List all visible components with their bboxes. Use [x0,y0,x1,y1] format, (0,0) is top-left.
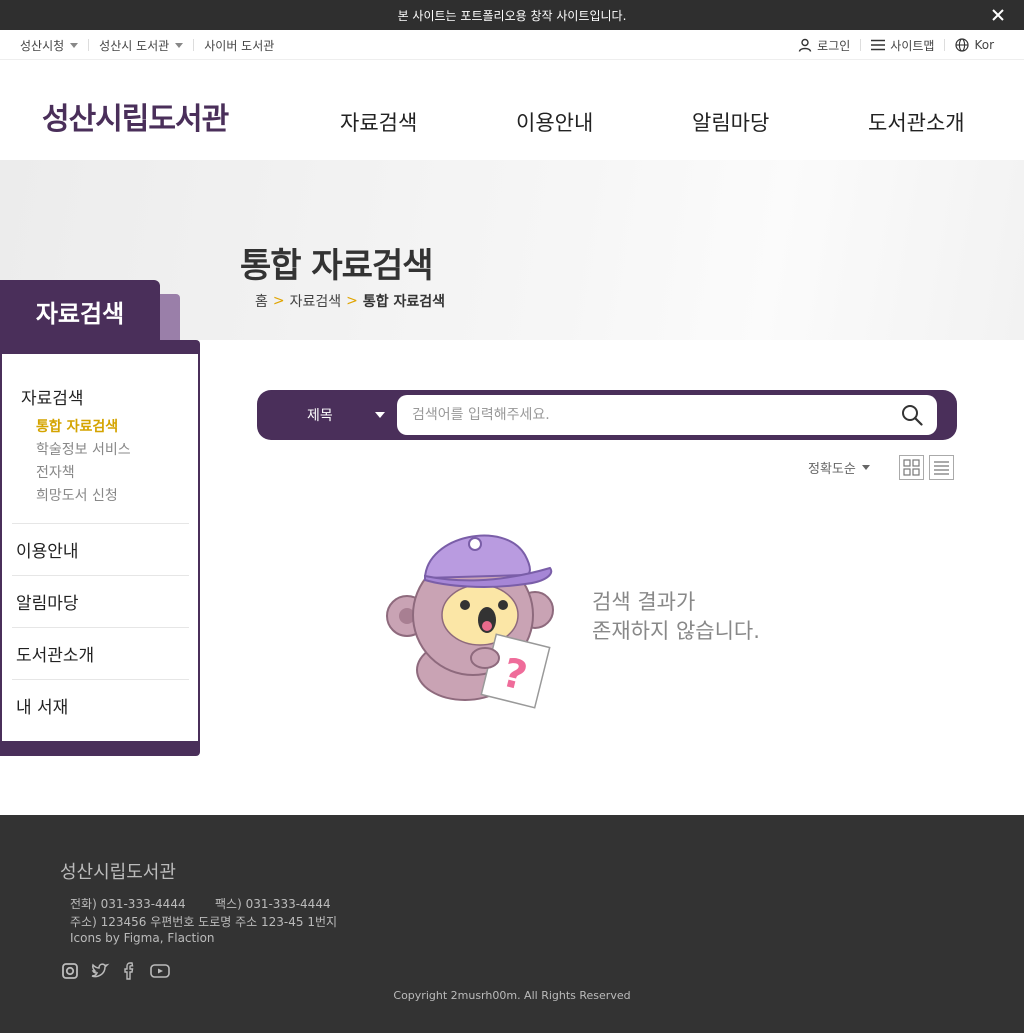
sidebar-item-about[interactable]: 도서관소개 [12,627,189,679]
menu-icon [871,39,886,51]
sidebar-title: 자료검색 [0,280,160,342]
page-title: 통합 자료검색 [240,246,434,286]
footer-fax: 팩스) 031-333-4444 [215,897,331,911]
user-icon [798,38,812,52]
caret-down-icon [70,42,79,48]
instagram-icon[interactable] [60,961,80,981]
grid-view-icon [903,459,920,476]
sidebar-item-ebook[interactable]: 전자책 [36,462,75,482]
breadcrumb-current: 통합 자료검색 [362,294,446,310]
family-site-links: 성산시청 성산시 도서관 사이버 도서관 [20,30,294,60]
sidebar-item-integrated-search[interactable]: 통합 자료검색 [36,416,118,436]
footer-credits: Icons by Figma, Flaction [70,931,215,945]
site-logo[interactable]: 성산시립도서관 [42,94,229,138]
breadcrumb: 홈 > 자료검색 > 통합 자료검색 [255,291,445,311]
sidebar-panel: 자료검색 통합 자료검색 학술정보 서비스 전자책 희망도서 신청 이용안내 알… [2,354,198,741]
footer-phone: 전화) 031-333-4444 [70,897,186,911]
sitemap-link[interactable]: 사이트맵 [861,39,946,53]
nav-notice[interactable]: 알림마당 [692,107,769,137]
sidebar-item-request[interactable]: 희망도서 신청 [36,485,118,505]
site-header: 성산시립도서관 자료검색 이용안내 알림마당 도서관소개 [0,60,1024,160]
nav-guide[interactable]: 이용안내 [516,107,593,137]
notice-text: 본 사이트는 포트폴리오용 창작 사이트입니다. [397,8,627,23]
footer-logo: 성산시립도서관 [60,862,176,883]
nav-about[interactable]: 도서관소개 [868,107,965,137]
sidebar-item-guide[interactable]: 이용안내 [12,523,189,575]
caret-down-icon [175,42,184,48]
sidebar-item-my-library[interactable]: 내 서재 [12,679,189,731]
nav-search[interactable]: 자료검색 [340,107,417,137]
breadcrumb-separator: > [346,293,358,309]
utility-bar: 성산시청 성산시 도서관 사이버 도서관 로그인 사이트맵 Kor [0,30,1024,60]
sidebar-tab-accent [160,294,180,342]
facebook-icon[interactable] [120,961,140,981]
sort-select[interactable]: 정확도순 [808,458,870,477]
search-input[interactable] [397,395,937,435]
breadcrumb-section[interactable]: 자료검색 [290,291,342,311]
sidebar-item-academic[interactable]: 학술정보 서비스 [36,439,131,459]
caret-down-icon [375,412,385,418]
notice-bar: 본 사이트는 포트폴리오용 창작 사이트입니다. [0,0,1024,30]
twitter-icon[interactable] [90,961,110,981]
language-selector[interactable]: Kor [945,38,994,52]
breadcrumb-separator: > [272,293,285,309]
empty-result-message: 검색 결과가 존재하지 않습니다. [592,590,760,643]
social-links [60,961,180,981]
breadcrumb-home[interactable]: 홈 [255,291,268,311]
site-footer: 성산시립도서관 전화) 031-333-4444 팩스) 031-333-444… [0,815,1024,1033]
util-right: 로그인 사이트맵 Kor [788,30,994,60]
search-icon[interactable] [901,404,923,426]
footer-address: 주소) 123456 우편번호 도로명 주소 123-45 1번지 [70,915,338,929]
sidebar-item-notice[interactable]: 알림마당 [12,575,189,627]
link-city-hall[interactable]: 성산시청 [20,39,90,53]
list-view-icon [934,461,949,475]
footer-copyright: Copyright 2musrh00m. All Rights Reserved [393,989,631,1002]
close-icon[interactable] [990,7,1006,23]
search-field-select[interactable]: 제목 [257,390,397,440]
youtube-icon[interactable] [150,961,170,981]
link-city-library[interactable]: 성산시 도서관 [99,39,195,53]
globe-icon [955,38,970,52]
caret-down-icon [861,465,870,470]
sidebar-section-title[interactable]: 자료검색 [21,384,84,409]
list-view-button[interactable] [929,455,954,480]
login-link[interactable]: 로그인 [788,38,862,53]
monkey-mascot-illustration: ? [386,534,554,709]
search-bar: 제목 [257,390,957,440]
sidebar: 자료검색 통합 자료검색 학술정보 서비스 전자책 희망도서 신청 이용안내 알… [0,340,200,756]
grid-view-button[interactable] [899,455,924,480]
link-cyber-library[interactable]: 사이버 도서관 [204,39,284,53]
